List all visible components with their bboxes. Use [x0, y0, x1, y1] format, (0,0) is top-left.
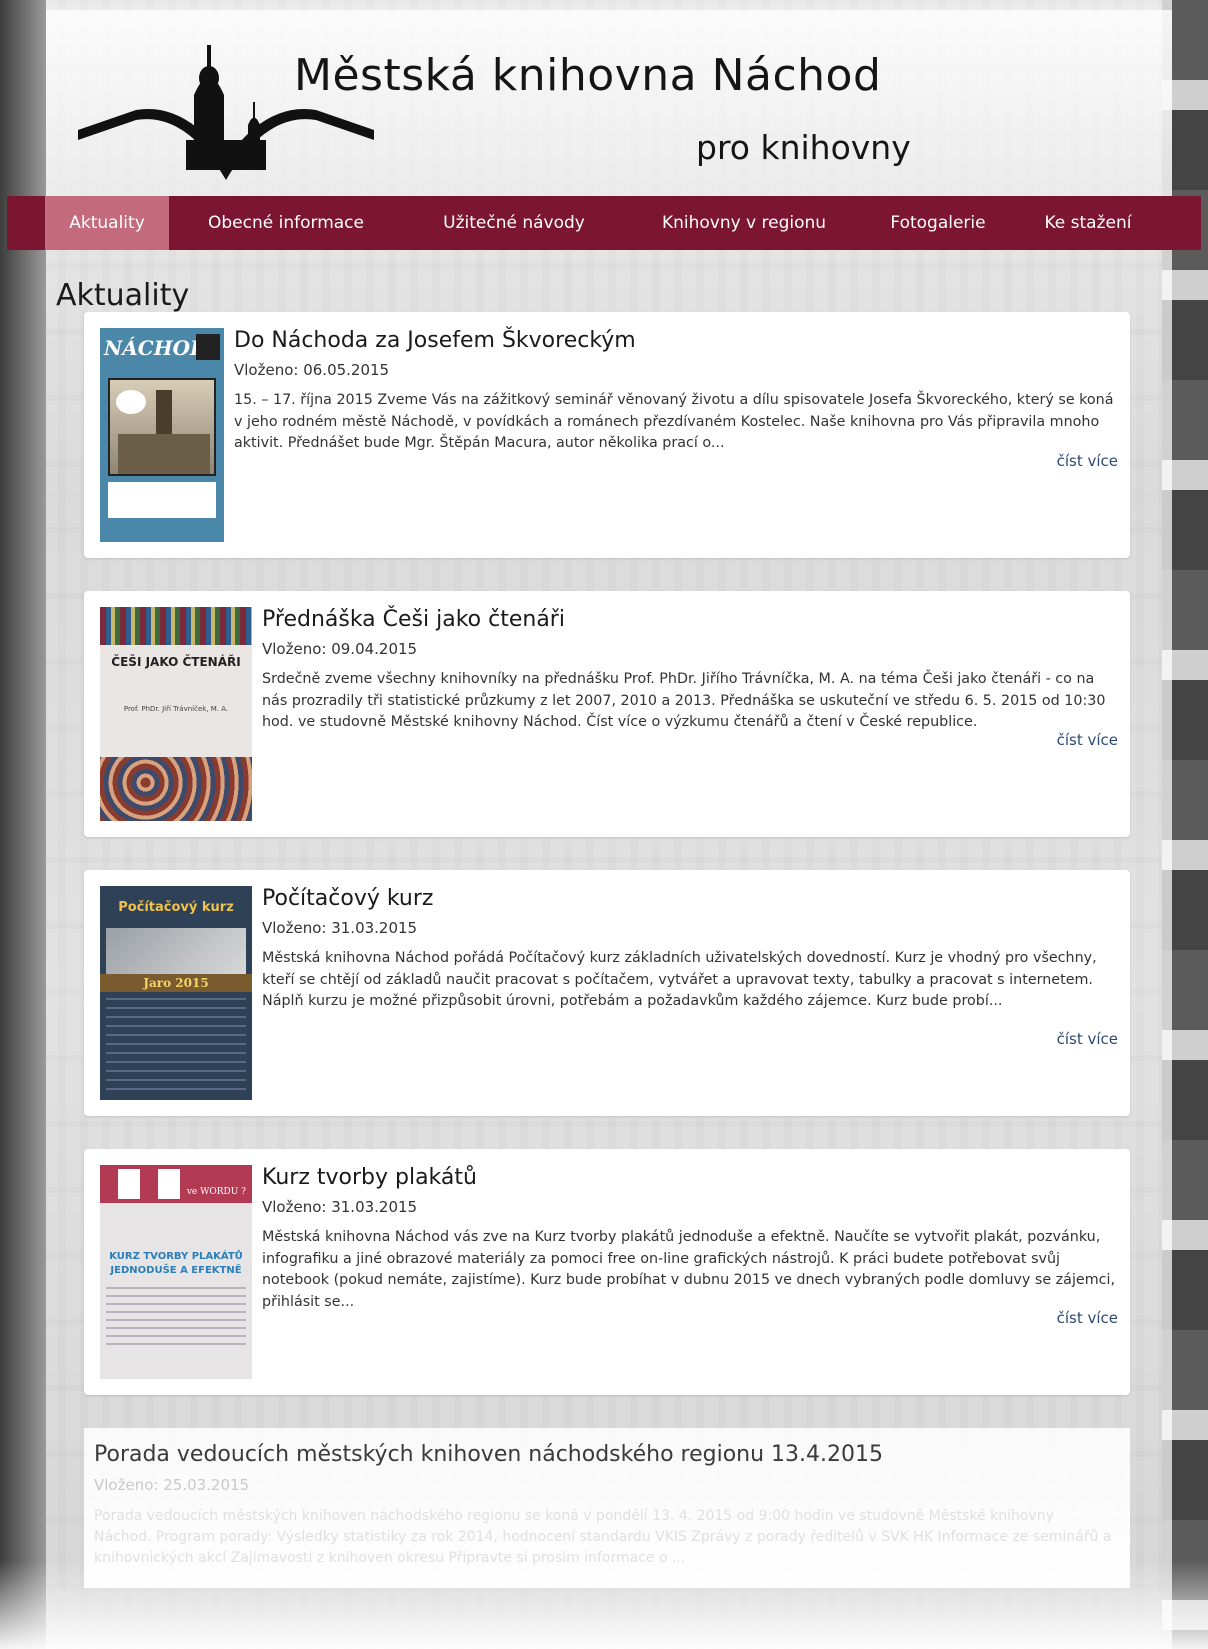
article-title[interactable]: Počítačový kurz — [262, 884, 1120, 914]
read-more-link[interactable]: číst více — [1057, 1030, 1118, 1048]
article-date: Vloženo: 09.04.2015 — [262, 640, 418, 658]
read-more-link[interactable]: číst více — [1057, 452, 1118, 470]
article-body: Přednáška Češi jako čtenáři Vloženo: 09.… — [262, 605, 1120, 734]
illustration-buildings — [118, 434, 210, 474]
article-card: ČEŠI JAKO ČTENÁŘI Prof. PhDr. Jiří Trávn… — [84, 591, 1130, 837]
thumbnail-books-strip — [100, 607, 252, 645]
thumbnail-title: KURZ TVORBY PLAKÁTŮ — [109, 1251, 243, 1262]
nav-item-ke-stazeni[interactable]: Ke stažení — [1013, 196, 1163, 250]
article-date: Vloženo: 31.03.2015 — [262, 919, 418, 937]
article-excerpt: 15. – 17. října 2015 Zveme Vás na zážitk… — [234, 392, 1114, 451]
article-date: Vloženo: 06.05.2015 — [234, 361, 390, 379]
page-title: Aktuality — [56, 278, 190, 313]
thumbnail-text-lines — [106, 1287, 246, 1347]
nav-item-fotogalerie[interactable]: Fotogalerie — [863, 196, 1013, 250]
thumbnail-title: Počítačový kurz — [118, 900, 234, 915]
read-more-link[interactable]: číst více — [1057, 1309, 1118, 1327]
article-body: Počítačový kurz Vloženo: 31.03.2015 Měst… — [262, 884, 1120, 1013]
thumbnail-author: Prof. PhDr. Jiří Trávníček, M. A. — [123, 705, 229, 713]
thumbnail-text-lines — [106, 998, 246, 1090]
nav-item-knihovny-v-regionu[interactable]: Knihovny v regionu — [625, 196, 863, 250]
article-excerpt: Městská knihovna Náchod vás zve na Kurz … — [262, 1229, 1116, 1310]
article-title[interactable]: Porada vedoucích městských knihoven nách… — [94, 1442, 883, 1467]
thumbnail-text-box — [108, 482, 216, 518]
main-navigation: Aktuality Obecné informace Užitečné návo… — [7, 196, 1201, 250]
article-excerpt: Srdečně zveme všechny knihovníky na před… — [262, 671, 1106, 730]
nav-item-obecne-informace[interactable]: Obecné informace — [169, 196, 403, 250]
nav-item-uzitecne-navody[interactable]: Užitečné návody — [403, 196, 625, 250]
thumbnail-tag: ve WORDU ? — [186, 1187, 246, 1197]
thumbnail-laptop-photo — [106, 928, 246, 974]
thumbnail-crowd-photo — [100, 757, 252, 821]
bottom-fade-overlay — [0, 1560, 1208, 1649]
site-header: Městská knihovna Náchod pro knihovny — [46, 10, 1172, 196]
thumbnail-season: Jaro 2015 — [100, 974, 252, 992]
thumbnail-illustration — [108, 378, 216, 476]
thumbnail-paper — [118, 1169, 140, 1199]
article-thumbnail[interactable]: ve WORDU ? KURZ TVORBY PLAKÁTŮ JEDNODUŠE… — [100, 1165, 252, 1379]
thumbnail-paper — [158, 1169, 180, 1199]
article-card: NÁCHOD Do Náchoda za Josefem Škvoreckým … — [84, 312, 1130, 558]
article-thumbnail[interactable]: Počítačový kurz Jaro 2015 — [100, 886, 252, 1100]
article-title[interactable]: Do Náchoda za Josefem Škvoreckým — [234, 326, 1120, 356]
article-title[interactable]: Přednáška Češi jako čtenáři — [262, 605, 1120, 635]
article-body: Kurz tvorby plakátů Vloženo: 31.03.2015 … — [262, 1163, 1120, 1313]
thumbnail-subtitle: JEDNODUŠE A EFEKTNĚ — [110, 1265, 242, 1276]
article-thumbnail[interactable]: ČEŠI JAKO ČTENÁŘI Prof. PhDr. Jiří Trávn… — [100, 607, 252, 821]
article-card: ve WORDU ? KURZ TVORBY PLAKÁTŮ JEDNODUŠE… — [84, 1149, 1130, 1395]
article-date: Vloženo: 25.03.2015 — [94, 1476, 250, 1494]
thumbnail-title: NÁCHOD — [104, 336, 208, 360]
illustration-tower — [156, 390, 172, 440]
article-body: Do Náchoda za Josefem Škvoreckým Vloženo… — [234, 326, 1120, 455]
article-card: Počítačový kurz Jaro 2015 Počítačový kur… — [84, 870, 1130, 1116]
article-thumbnail[interactable]: NÁCHOD — [100, 328, 224, 542]
nav-item-aktuality[interactable]: Aktuality — [45, 196, 169, 250]
article-date: Vloženo: 31.03.2015 — [262, 1198, 418, 1216]
article-excerpt: Městská knihovna Náchod pořádá Počítačov… — [262, 950, 1097, 1009]
thumbnail-decoration — [196, 334, 220, 360]
read-more-link[interactable]: číst více — [1057, 731, 1118, 749]
thumbnail-title: ČEŠI JAKO ČTENÁŘI — [111, 655, 241, 669]
article-title[interactable]: Kurz tvorby plakátů — [262, 1163, 1120, 1193]
site-title: Městská knihovna Náchod — [294, 50, 882, 101]
illustration-speech-bubble — [116, 390, 146, 414]
site-subtitle: pro knihovny — [696, 128, 911, 167]
